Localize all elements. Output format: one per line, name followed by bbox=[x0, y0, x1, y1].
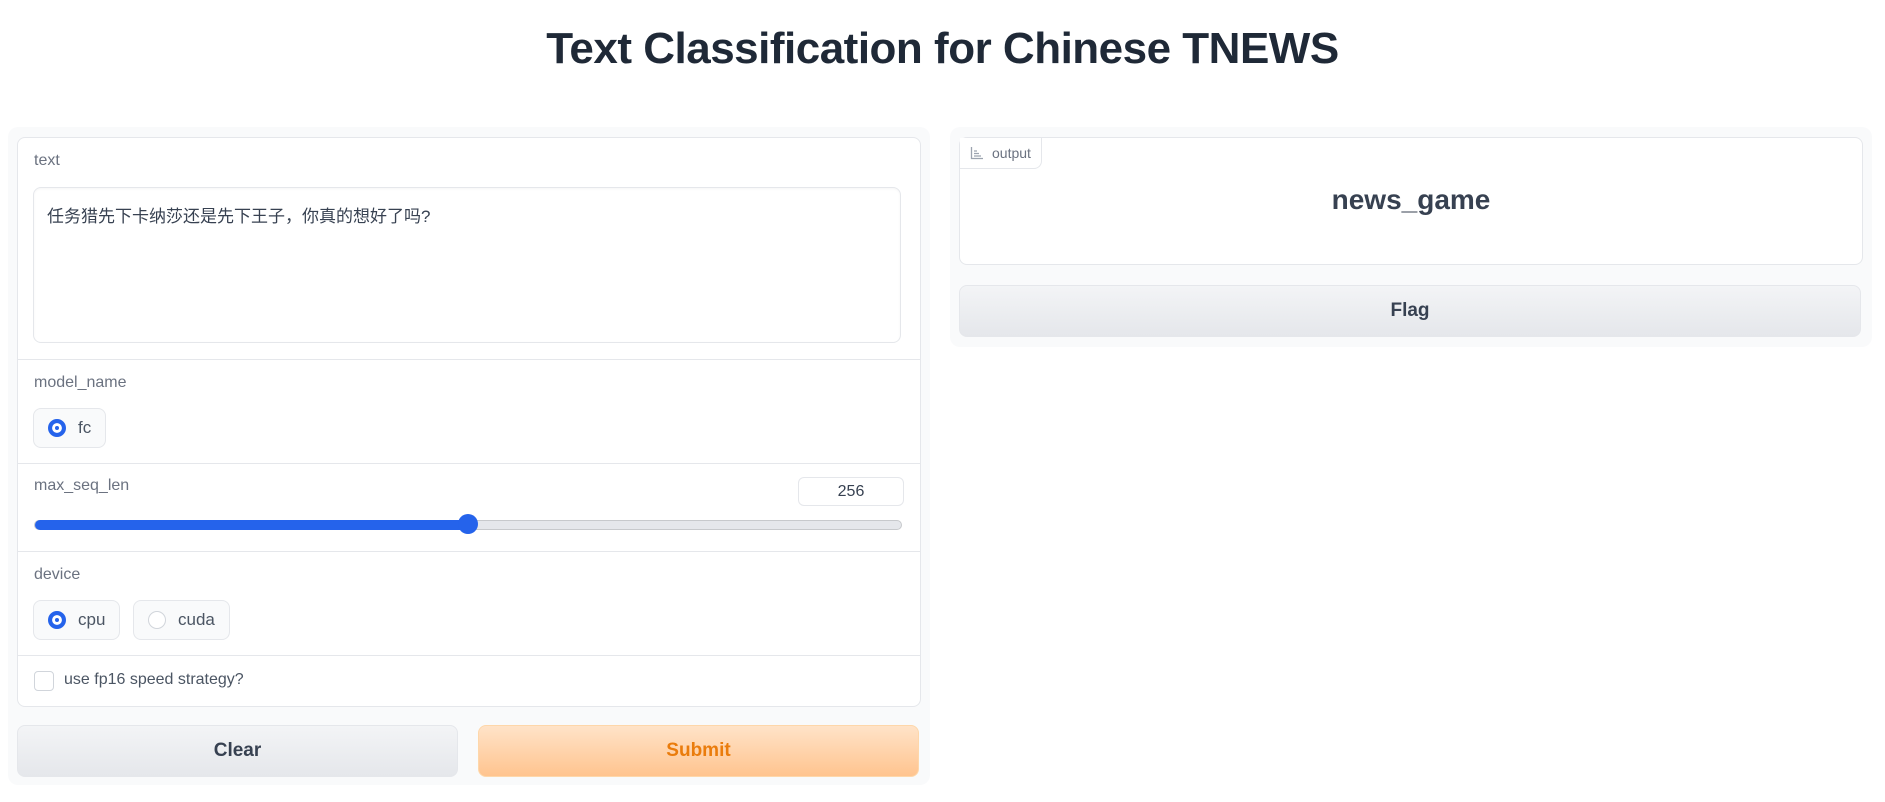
slider-thumb[interactable] bbox=[458, 514, 478, 534]
page-title: Text Classification for Chinese TNEWS bbox=[546, 24, 1339, 73]
fp16-label: use fp16 speed strategy? bbox=[64, 671, 244, 688]
device-block: device cpu cuda bbox=[18, 551, 920, 656]
text-label: text bbox=[34, 152, 60, 169]
radio-selected-icon bbox=[48, 419, 66, 437]
flag-button[interactable]: Flag bbox=[959, 285, 1861, 337]
slider-fill bbox=[35, 520, 469, 530]
output-tag-label: output bbox=[992, 145, 1031, 161]
radio-option-cpu[interactable]: cpu bbox=[33, 600, 121, 640]
fp16-checkbox[interactable] bbox=[34, 671, 54, 691]
radio-option-label: cuda bbox=[178, 610, 215, 629]
max-seq-len-block: max_seq_len 256 bbox=[18, 463, 920, 552]
radio-selected-icon bbox=[48, 611, 66, 629]
fp16-block: use fp16 speed strategy? bbox=[18, 655, 920, 706]
radio-option-label: cpu bbox=[78, 610, 106, 629]
chart-icon bbox=[970, 147, 983, 160]
model-name-block: model_name fc bbox=[18, 359, 920, 464]
radio-unselected-icon bbox=[148, 611, 166, 629]
output-box: output news_game bbox=[959, 137, 1863, 265]
max-seq-len-label: max_seq_len bbox=[34, 477, 130, 494]
output-panel: output news_game Flag bbox=[950, 127, 1872, 347]
text-input[interactable]: 任务猎先下卡纳莎还是先下王子，你真的想好了吗? bbox=[33, 187, 901, 343]
device-label: device bbox=[34, 566, 81, 583]
radio-option-label: fc bbox=[78, 418, 92, 437]
submit-button[interactable]: Submit bbox=[478, 725, 919, 777]
text-block: text 任务猎先下卡纳莎还是先下王子，你真的想好了吗? bbox=[18, 138, 920, 359]
output-value: news_game bbox=[1331, 184, 1491, 215]
model-name-label: model_name bbox=[34, 374, 127, 391]
max-seq-len-number-input[interactable]: 256 bbox=[798, 477, 904, 506]
input-form: text 任务猎先下卡纳莎还是先下王子，你真的想好了吗? model_name … bbox=[17, 137, 921, 707]
clear-button[interactable]: Clear bbox=[17, 725, 458, 777]
radio-option-cuda[interactable]: cuda bbox=[133, 600, 230, 640]
input-panel: text 任务猎先下卡纳莎还是先下王子，你真的想好了吗? model_name … bbox=[8, 127, 930, 785]
radio-option-fc[interactable]: fc bbox=[33, 408, 107, 448]
output-tag: output bbox=[960, 138, 1042, 169]
